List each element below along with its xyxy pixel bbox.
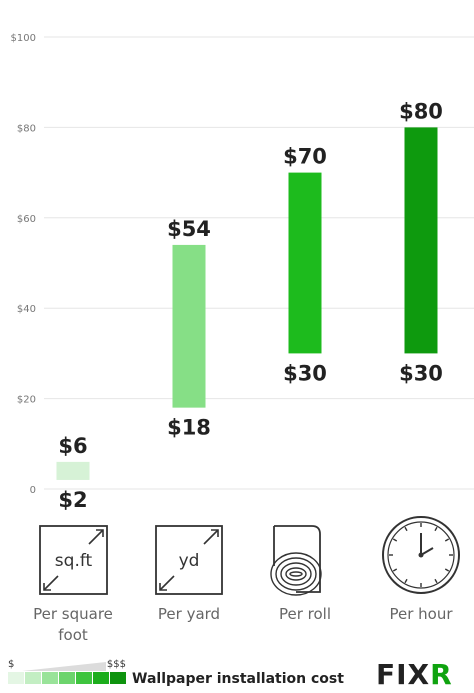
arrow-line bbox=[203, 529, 219, 545]
brand-letters: FIX bbox=[376, 658, 430, 691]
clock-icon bbox=[382, 516, 460, 594]
clock-tick bbox=[434, 578, 438, 584]
legend-swatch bbox=[110, 672, 126, 684]
arrow-line bbox=[159, 575, 175, 591]
roll-ring bbox=[289, 571, 303, 577]
clock-tick bbox=[404, 526, 408, 532]
yard-icon: yd bbox=[155, 525, 223, 595]
legend-high-label: $$$ bbox=[107, 659, 126, 670]
y-tick-label: $60 bbox=[17, 214, 36, 225]
roll-ring bbox=[270, 552, 322, 596]
high-value-label: $80 bbox=[399, 99, 443, 123]
range-bar bbox=[404, 127, 438, 354]
legend-swatch bbox=[25, 672, 41, 684]
high-value-label: $70 bbox=[283, 145, 327, 169]
clock-tick bbox=[392, 538, 398, 542]
legend-swatch bbox=[42, 672, 58, 684]
range-bar bbox=[172, 244, 206, 408]
clock-center bbox=[418, 552, 424, 558]
category-icons: sq.ft yd bbox=[39, 516, 460, 596]
brand-name: FIXR bbox=[376, 658, 453, 691]
low-value-label: $2 bbox=[58, 488, 87, 512]
y-tick-label: $80 bbox=[17, 123, 36, 134]
bars: $6 $2 $54 $18 $70 $30 $80 $30 bbox=[56, 99, 443, 512]
category-labels: Per square foot Per yard Per roll Per hour bbox=[33, 605, 453, 644]
category-label: Per square bbox=[33, 605, 113, 623]
arrow-line bbox=[88, 529, 104, 545]
legend-wedge bbox=[22, 662, 106, 671]
icon-label: yd bbox=[179, 551, 200, 571]
y-tick-label: 0 bbox=[30, 485, 36, 496]
cost-chart: 0 $20 $40 $60 $80 $100 $6 $2 $54 $18 $70 $30 $80 $30… bbox=[8, 33, 474, 691]
clock-tick bbox=[404, 578, 408, 584]
legend-caption: Wallpaper installation cost bbox=[132, 671, 344, 687]
category-label: Per roll bbox=[279, 605, 331, 623]
roll-icon bbox=[270, 525, 322, 596]
high-value-label: $54 bbox=[167, 217, 211, 241]
low-value-label: $30 bbox=[283, 361, 327, 385]
clock-tick bbox=[434, 526, 438, 532]
brand-accent-letter: R bbox=[430, 658, 453, 691]
y-tick-label: $100 bbox=[11, 33, 36, 44]
legend-swatch bbox=[76, 672, 92, 684]
high-value-label: $6 bbox=[58, 434, 87, 458]
cost-legend: $ $$$Wallpaper installation cost bbox=[8, 659, 344, 687]
category-label: foot bbox=[58, 626, 88, 644]
roll-ring bbox=[285, 567, 307, 581]
y-tick-label: $20 bbox=[17, 395, 36, 406]
y-tick-label: $40 bbox=[17, 304, 36, 315]
y-axis-ticks: 0 $20 $40 $60 $80 $100 bbox=[11, 33, 36, 496]
legend-swatch bbox=[93, 672, 109, 684]
category-label: Per yard bbox=[158, 605, 220, 623]
category-label: Per hour bbox=[389, 605, 453, 623]
low-value-label: $30 bbox=[399, 361, 443, 385]
range-bar bbox=[56, 461, 90, 480]
legend-low-label: $ bbox=[8, 659, 14, 670]
legend-swatch bbox=[59, 672, 75, 684]
arrow-line bbox=[43, 575, 59, 591]
legend-swatch bbox=[8, 672, 24, 684]
clock-tick bbox=[444, 568, 450, 572]
brand-logo: FIXR bbox=[376, 658, 453, 691]
clock-tick bbox=[444, 538, 450, 542]
square-foot-icon: sq.ft bbox=[39, 525, 108, 595]
range-bar bbox=[288, 172, 322, 354]
low-value-label: $18 bbox=[167, 416, 211, 440]
icon-label: sq.ft bbox=[55, 551, 93, 571]
clock-tick bbox=[392, 568, 398, 572]
